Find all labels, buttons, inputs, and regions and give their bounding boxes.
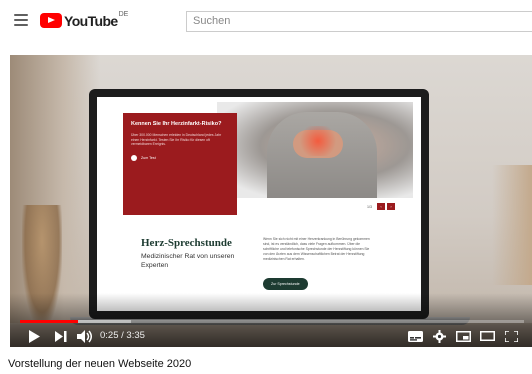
pager-count: 1/3	[367, 204, 372, 209]
play-icon[interactable]	[24, 325, 44, 347]
fullscreen-icon[interactable]	[500, 325, 522, 347]
progress-played	[20, 320, 79, 323]
laptop-screen: Kennen Sie Ihr Herzinfarkt-Risiko? Über …	[97, 97, 421, 311]
logo-country-code: DE	[118, 11, 129, 18]
youtube-play-logo-icon	[40, 13, 62, 28]
slider-pager: 1/3 ‹ ›	[367, 203, 395, 210]
next-arrow-icon: ›	[387, 203, 395, 210]
time-display: 0:25 / 3:35	[100, 325, 145, 347]
risk-test-button-label: Zum Test	[141, 155, 156, 160]
section-text: Wenn Sie sich nicht mit einer Herzerkran…	[263, 237, 370, 262]
theater-mode-icon[interactable]	[476, 325, 498, 347]
search-input[interactable]: Suchen	[186, 11, 532, 32]
progress-bar[interactable]	[20, 320, 524, 323]
prev-arrow-icon: ‹	[377, 203, 385, 210]
hamburger-menu-icon[interactable]	[14, 14, 28, 26]
next-icon[interactable]	[52, 325, 70, 347]
heart-pain-photo	[217, 102, 413, 198]
youtube-logo[interactable]: YouTube DE	[40, 11, 129, 29]
duration: 3:35	[126, 330, 145, 341]
section-button: Zur Sprechstunde	[263, 278, 308, 290]
section-subtitle: Medizinischer Rat von unseren Experten	[141, 253, 235, 270]
laptop: Kennen Sie Ihr Herzinfarkt-Risiko? Über …	[89, 89, 429, 319]
risk-card-text: Über 300.000 Menschen erleiden in Deutsc…	[131, 133, 222, 147]
miniplayer-icon[interactable]	[452, 325, 474, 347]
video-background-right	[492, 165, 532, 285]
video-title: Vorstellung der neuen Webseite 2020	[8, 358, 192, 370]
logo-text: YouTube	[64, 12, 118, 29]
risk-card-title: Kennen Sie Ihr Herzinfarkt-Risiko?	[131, 121, 222, 127]
subtitles-icon[interactable]	[404, 325, 426, 347]
gear-icon[interactable]	[428, 325, 450, 347]
current-time: 0:25	[100, 330, 119, 341]
section-title: Herz-Sprechstunde	[141, 237, 232, 249]
risk-test-button: Zum Test	[131, 154, 229, 161]
circle-icon	[131, 154, 137, 161]
masthead: YouTube DE Suchen	[0, 0, 532, 42]
video-player[interactable]: Kennen Sie Ihr Herzinfarkt-Risiko? Über …	[10, 55, 532, 347]
volume-icon[interactable]	[74, 325, 96, 347]
control-bar: 0:25 / 3:35	[10, 325, 532, 347]
risk-card: Kennen Sie Ihr Herzinfarkt-Risiko? Über …	[123, 113, 237, 215]
photo-pain-glow	[297, 126, 339, 156]
